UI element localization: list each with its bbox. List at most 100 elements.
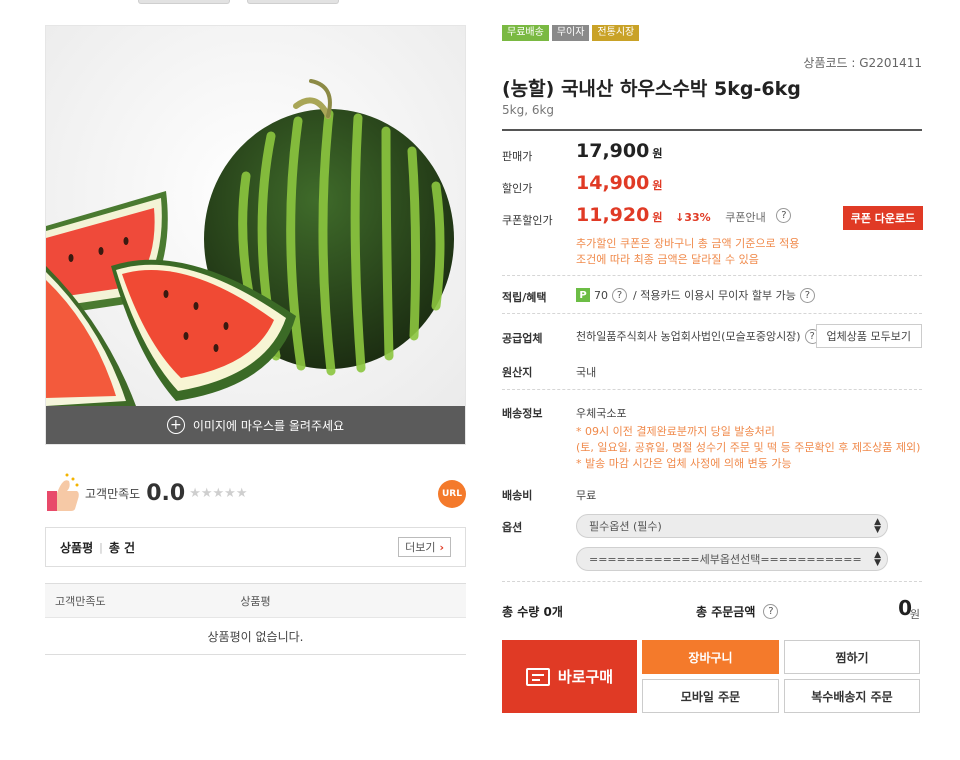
review-divider: | <box>99 540 103 554</box>
satisfaction-value: 0.0 <box>146 480 186 506</box>
review-count: 총 건 <box>108 540 136 555</box>
divider <box>502 275 922 276</box>
points-value: 70 <box>594 288 608 302</box>
total-currency: 원 <box>909 608 920 621</box>
discount-price-value: 14,900 <box>576 172 650 194</box>
review-table: 고객만족도 상품평 상품평이 없습니다. <box>45 583 466 655</box>
discount-price-currency: 원 <box>652 179 663 192</box>
star-icon: ★ <box>189 485 201 501</box>
select-arrows-icon: ▲ ▼ <box>874 517 881 535</box>
coupon-help-icon[interactable]: ? <box>776 208 792 223</box>
satisfaction-row: 고객만족도 0.0 ★★★★★ URL <box>45 468 466 518</box>
coupon-note-line-1: 추가할인 쿠폰은 장바구니 총 금액 기준으로 적용 <box>576 237 800 250</box>
coupon-note: 추가할인 쿠폰은 장바구니 총 금액 기준으로 적용 조건에 따라 최종 금액은… <box>576 236 799 268</box>
origin-label: 원산지 <box>502 366 533 379</box>
divider <box>502 313 922 314</box>
buy-now-label: 바로구매 <box>557 668 614 686</box>
title-divider <box>502 129 922 131</box>
total-quantity: 총 수량 0개 <box>502 605 563 619</box>
supplier-value: 천하일품주식회사 농업회사법인(모슬포중앙시장) ? <box>576 328 820 344</box>
star-icon: ★ <box>235 485 248 501</box>
coupon-download-button[interactable]: 쿠폰 다운로드 <box>843 206 923 230</box>
supplier-all-products-button[interactable]: 업체상품 모두보기 <box>815 324 922 348</box>
origin-value: 국내 <box>576 366 597 379</box>
plus-circle-icon: + <box>166 416 185 434</box>
detail-option-select[interactable]: ============세부옵션선택=========== ▲ ▼ <box>576 547 888 571</box>
image-zoom-hint-bar: + 이미지에 마우스를 올려주세요 <box>46 406 465 444</box>
shipping-notes: * 09시 이전 결제완료분까지 당일 발송처리 (토, 일요일, 공휴일, 명… <box>576 424 920 472</box>
buy-now-button[interactable]: 바로구매 <box>502 640 637 713</box>
mobile-order-button[interactable]: 모바일 주문 <box>642 679 779 713</box>
shipping-note-2: (토, 일요일, 공휴일, 명절 성수기 주문 및 떡 등 주문확인 후 제조상… <box>576 441 921 454</box>
thumbs-up-icon <box>45 473 81 513</box>
wishlist-button[interactable]: 찜하기 <box>784 640 920 674</box>
multi-shipping-order-button[interactable]: 복수배송지 주문 <box>784 679 920 713</box>
shipping-note-1: * 09시 이전 결제완료분까지 당일 발송처리 <box>576 425 775 438</box>
product-image[interactable]: + 이미지에 마우스를 올려주세요 <box>45 25 466 445</box>
supplier-name: 천하일품주식회사 농업회사법인(모슬포중앙시장) <box>576 330 801 343</box>
add-to-cart-button[interactable]: 장바구니 <box>642 640 779 674</box>
total-amount-label: 총 주문금액 <box>696 605 756 619</box>
shipping-fee-value: 무료 <box>576 489 597 502</box>
points-icon: P <box>576 288 590 302</box>
image-zoom-hint-text: 이미지에 마우스를 올려주세요 <box>192 418 345 433</box>
sale-price: 17,900 원 <box>576 140 662 162</box>
points-help-icon[interactable]: ? <box>612 287 627 303</box>
product-code: 상품코드 : G2201411 <box>803 56 922 70</box>
discount-rate: ↓33% <box>675 211 711 224</box>
badge-interest-free: 무이자 <box>551 25 590 41</box>
review-table-header: 고객만족도 상품평 <box>45 583 466 618</box>
sale-price-value: 17,900 <box>576 140 650 162</box>
coupon-price-currency: 원 <box>652 211 663 224</box>
sale-price-label: 판매가 <box>502 150 533 163</box>
product-badges: 무료배송 무이자 전통시장 <box>502 25 640 41</box>
total-help-icon[interactable]: ? <box>763 604 779 619</box>
sale-price-currency: 원 <box>652 147 663 160</box>
divider <box>502 389 922 390</box>
shipping-method: 우체국소포 <box>576 407 627 420</box>
card-icon <box>525 667 550 686</box>
review-col-review: 상품평 <box>240 594 271 608</box>
review-empty-message: 상품평이 없습니다. <box>45 618 466 655</box>
required-option-select[interactable]: 필수옵션 (필수) ▲ ▼ <box>576 514 888 538</box>
coupon-price-value: 11,920 <box>576 204 650 226</box>
review-more-button[interactable]: 더보기 › <box>398 537 451 557</box>
select-arrows-icon: ▲ ▼ <box>874 550 881 568</box>
discount-price-label: 할인가 <box>502 182 533 195</box>
top-tab-stub-2 <box>247 0 339 4</box>
coupon-price-label: 쿠폰할인가 <box>502 214 553 227</box>
divider <box>502 581 922 582</box>
satisfaction-label: 고객만족도 <box>85 486 141 501</box>
badge-traditional-market: 전통시장 <box>592 25 640 41</box>
rating-stars: ★★★★★ <box>189 486 247 501</box>
required-option-value: 필수옵션 (필수) <box>589 520 662 533</box>
star-icon: ★ <box>200 485 213 501</box>
shipping-label: 배송정보 <box>502 407 543 420</box>
shipping-note-3: * 발송 마감 시간은 업체 사정에 의해 변동 가능 <box>576 457 792 470</box>
review-col-satisfaction: 고객만족도 <box>55 594 106 608</box>
card-help-icon[interactable]: ? <box>799 287 815 303</box>
top-tab-stub-1 <box>138 0 230 4</box>
coupon-price: 11,920 원 ↓33% 쿠폰안내 ? <box>576 204 792 226</box>
shipping-fee-label: 배송비 <box>502 489 533 502</box>
badge-free-shipping: 무료배송 <box>502 25 549 41</box>
product-subtitle: 5kg, 6kg <box>502 103 555 117</box>
total-amount-label-wrap: 총 주문금액 ? <box>696 603 779 620</box>
detail-option-value: ============세부옵션선택=========== <box>589 553 862 566</box>
review-title: 상품평 <box>60 540 94 555</box>
benefits-label: 적립/혜택 <box>502 291 547 304</box>
options-label: 옵션 <box>502 521 523 534</box>
chevron-right-icon: › <box>439 540 444 554</box>
coupon-note-line-2: 조건에 따라 최종 금액은 달라질 수 있음 <box>576 253 759 266</box>
supplier-label: 공급업체 <box>502 332 543 345</box>
coupon-guide-label: 쿠폰안내 <box>725 211 766 224</box>
discount-price: 14,900 원 <box>576 172 662 194</box>
card-info: / 적용카드 이용시 무이자 할부 가능 <box>633 289 796 302</box>
review-summary-box: 상품평 | 총 건 더보기 › <box>45 527 466 567</box>
watermelon-illustration <box>46 26 465 444</box>
star-icon: ★ <box>212 485 225 501</box>
url-share-button[interactable]: URL <box>438 480 466 508</box>
star-icon: ★ <box>224 485 236 501</box>
review-more-label: 더보기 <box>405 541 436 554</box>
product-title: (농할) 국내산 하우스수박 5kg-6kg <box>502 78 801 100</box>
